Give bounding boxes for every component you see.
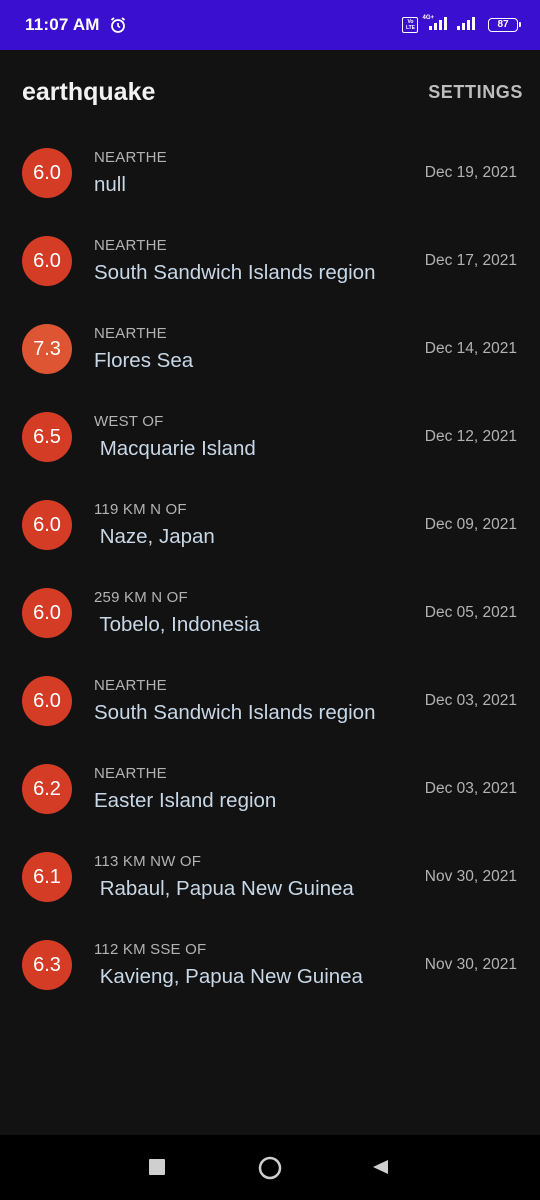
network-type: 4G+: [422, 15, 434, 21]
magnitude-badge: 6.1: [22, 852, 72, 902]
location-offset: NEARTHE: [94, 237, 167, 254]
earthquake-list-item[interactable]: 6.1 113 KM NW OF Rabaul, Papua New Guinea…: [0, 832, 540, 920]
earthquake-list-item[interactable]: 6.3 112 KM SSE OF Kavieng, Papua New Guin…: [0, 920, 540, 1008]
quake-date: Dec 05, 2021: [424, 604, 517, 621]
status-time: 11:07 AM: [25, 15, 100, 34]
location-offset: 112 KM SSE OF: [94, 941, 207, 958]
earthquake-list-item[interactable]: 7.3 NEARTHE Flores Sea Dec 14, 2021: [0, 304, 540, 392]
recents-square-icon[interactable]: [149, 1159, 165, 1175]
location-offset: WEST OF: [94, 413, 164, 430]
earthquake-list-item[interactable]: 6.0 NEARTHE null Dec 19, 2021: [0, 128, 540, 216]
location-offset: NEARTHE: [94, 149, 167, 166]
earthquake-list-item[interactable]: 6.0 259 KM N OF Tobelo, Indonesia Dec 05, …: [0, 568, 540, 656]
primary-location: Naze, Japan: [94, 525, 215, 548]
quake-date: Dec 03, 2021: [424, 692, 517, 709]
location-offset: 113 KM NW OF: [94, 853, 202, 870]
home-circle-icon[interactable]: [258, 1156, 282, 1180]
primary-location: Tobelo, Indonesia: [94, 613, 261, 636]
primary-location: Rabaul, Papua New Guinea: [94, 877, 354, 900]
primary-location: South Sandwich Islands region: [94, 701, 376, 724]
location-offset: 259 KM N OF: [94, 589, 188, 606]
magnitude-badge: 6.5: [22, 412, 72, 462]
earthquake-list-item[interactable]: 6.2 NEARTHE Easter Island region Dec 03, 20…: [0, 744, 540, 832]
earthquake-list-item[interactable]: 6.0 NEARTHE South Sandwich Islands region D…: [0, 216, 540, 304]
quake-date: Dec 14, 2021: [424, 340, 517, 357]
earthquake-list: 6.0 NEARTHE null Dec 19, 2021 6.0 NEARTHE Sout…: [0, 128, 540, 1008]
quake-date: Nov 30, 2021: [424, 956, 517, 973]
quake-date: Nov 30, 2021: [424, 868, 517, 885]
volte-icon: Vo LTE: [402, 17, 419, 33]
earthquake-list-item[interactable]: 6.5 WEST OF Macquarie Island Dec 12, 2021: [0, 392, 540, 480]
magnitude-badge: 6.0: [22, 500, 72, 550]
magnitude-badge: 6.0: [22, 588, 72, 638]
magnitude-badge: 6.0: [22, 148, 72, 198]
app-title: earthquake: [22, 77, 156, 106]
signal-icon: [456, 16, 478, 35]
settings-button[interactable]: SETTINGS: [428, 82, 523, 103]
quake-date: Dec 03, 2021: [424, 780, 517, 797]
magnitude-badge: 7.3: [22, 324, 72, 374]
magnitude-badge: 6.3: [22, 940, 72, 990]
primary-location: Macquarie Island: [94, 437, 256, 460]
navigation-bar: [0, 1135, 540, 1200]
location-offset: NEARTHE: [94, 677, 167, 694]
quake-date: Dec 17, 2021: [424, 252, 517, 269]
primary-location: Easter Island region: [94, 789, 277, 812]
quake-date: Dec 12, 2021: [424, 428, 517, 445]
location-offset: NEARTHE: [94, 325, 167, 342]
primary-location: null: [94, 173, 126, 196]
app-bar: earthquake SETTINGS: [0, 50, 540, 134]
primary-location: South Sandwich Islands region: [94, 261, 376, 284]
earthquake-list-item[interactable]: 6.0 119 KM N OF Naze, Japan Dec 09, 2021: [0, 480, 540, 568]
magnitude-badge: 6.2: [22, 764, 72, 814]
location-offset: NEARTHE: [94, 765, 167, 782]
status-icons: Vo LTE 4G+ 87: [402, 15, 521, 35]
magnitude-badge: 6.0: [22, 236, 72, 286]
quake-date: Dec 09, 2021: [424, 516, 517, 533]
primary-location: Kavieng, Papua New Guinea: [94, 965, 363, 988]
alarm-icon: [109, 16, 127, 34]
primary-location: Flores Sea: [94, 349, 194, 372]
magnitude-badge: 6.0: [22, 676, 72, 726]
earthquake-list-item[interactable]: 6.0 NEARTHE South Sandwich Islands region D…: [0, 656, 540, 744]
quake-date: Dec 19, 2021: [424, 164, 517, 181]
battery-icon: 87: [488, 18, 521, 32]
location-offset: 119 KM N OF: [94, 501, 187, 518]
status-bar: 11:07 AM Vo LTE 4G+ 87: [0, 0, 540, 50]
back-triangle-icon[interactable]: [371, 1158, 389, 1176]
